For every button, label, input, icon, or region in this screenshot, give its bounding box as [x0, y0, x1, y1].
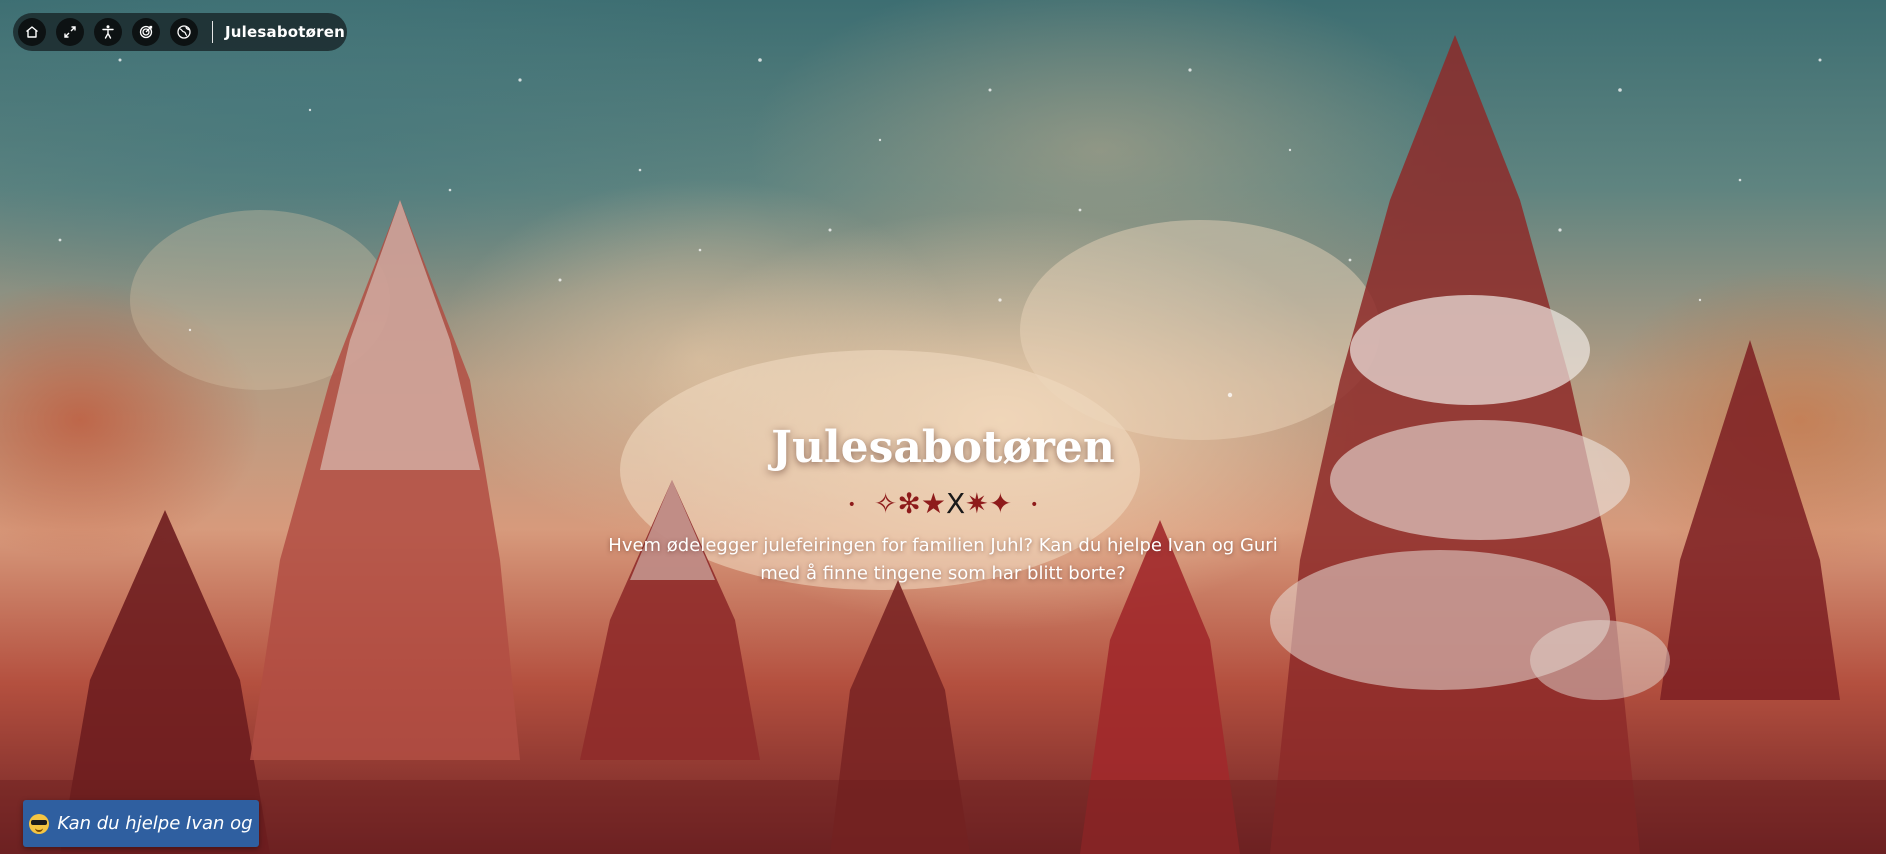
hero-section: Julesabotøren • ✧✻★X✷✦ • Hvem ødelegger ju…: [0, 412, 1886, 588]
fullscreen-button[interactable]: [56, 18, 84, 46]
page-title: Julesabotøren: [771, 422, 1115, 473]
toolbar-title: Julesabotøren: [225, 23, 345, 41]
home-button[interactable]: [18, 18, 46, 46]
sunglasses-emoji-icon: [29, 813, 50, 834]
accessibility-button[interactable]: [94, 18, 122, 46]
language-button[interactable]: [170, 18, 198, 46]
toolbar-divider: [212, 21, 213, 43]
divider-glyphs-right: ✷✦: [965, 487, 1013, 520]
decorative-divider: • ✧✻★X✷✦ •: [0, 487, 1886, 522]
globe-icon: [177, 25, 191, 39]
top-toolbar: Julesabotøren: [13, 13, 347, 51]
accessibility-icon: [102, 25, 114, 39]
divider-glyphs-left: ✧✻★: [873, 487, 946, 520]
fullscreen-icon: [64, 26, 76, 38]
background-scene: Julesabotøren Julesabotøren • ✧✻★X✷✦ • Hve…: [0, 0, 1886, 854]
target-icon: [139, 25, 153, 39]
divider-dot-right: •: [1030, 497, 1039, 513]
divider-dot-left: •: [847, 497, 856, 513]
home-icon: [26, 26, 38, 38]
target-button[interactable]: [132, 18, 160, 46]
hero-description: Hvem ødelegger julefeiringen for familie…: [608, 535, 1278, 584]
divider-x-glyph: X: [945, 487, 966, 520]
start-button-label: Kan du hjelpe Ivan og: [57, 813, 253, 834]
start-button[interactable]: Kan du hjelpe Ivan og: [23, 800, 259, 847]
